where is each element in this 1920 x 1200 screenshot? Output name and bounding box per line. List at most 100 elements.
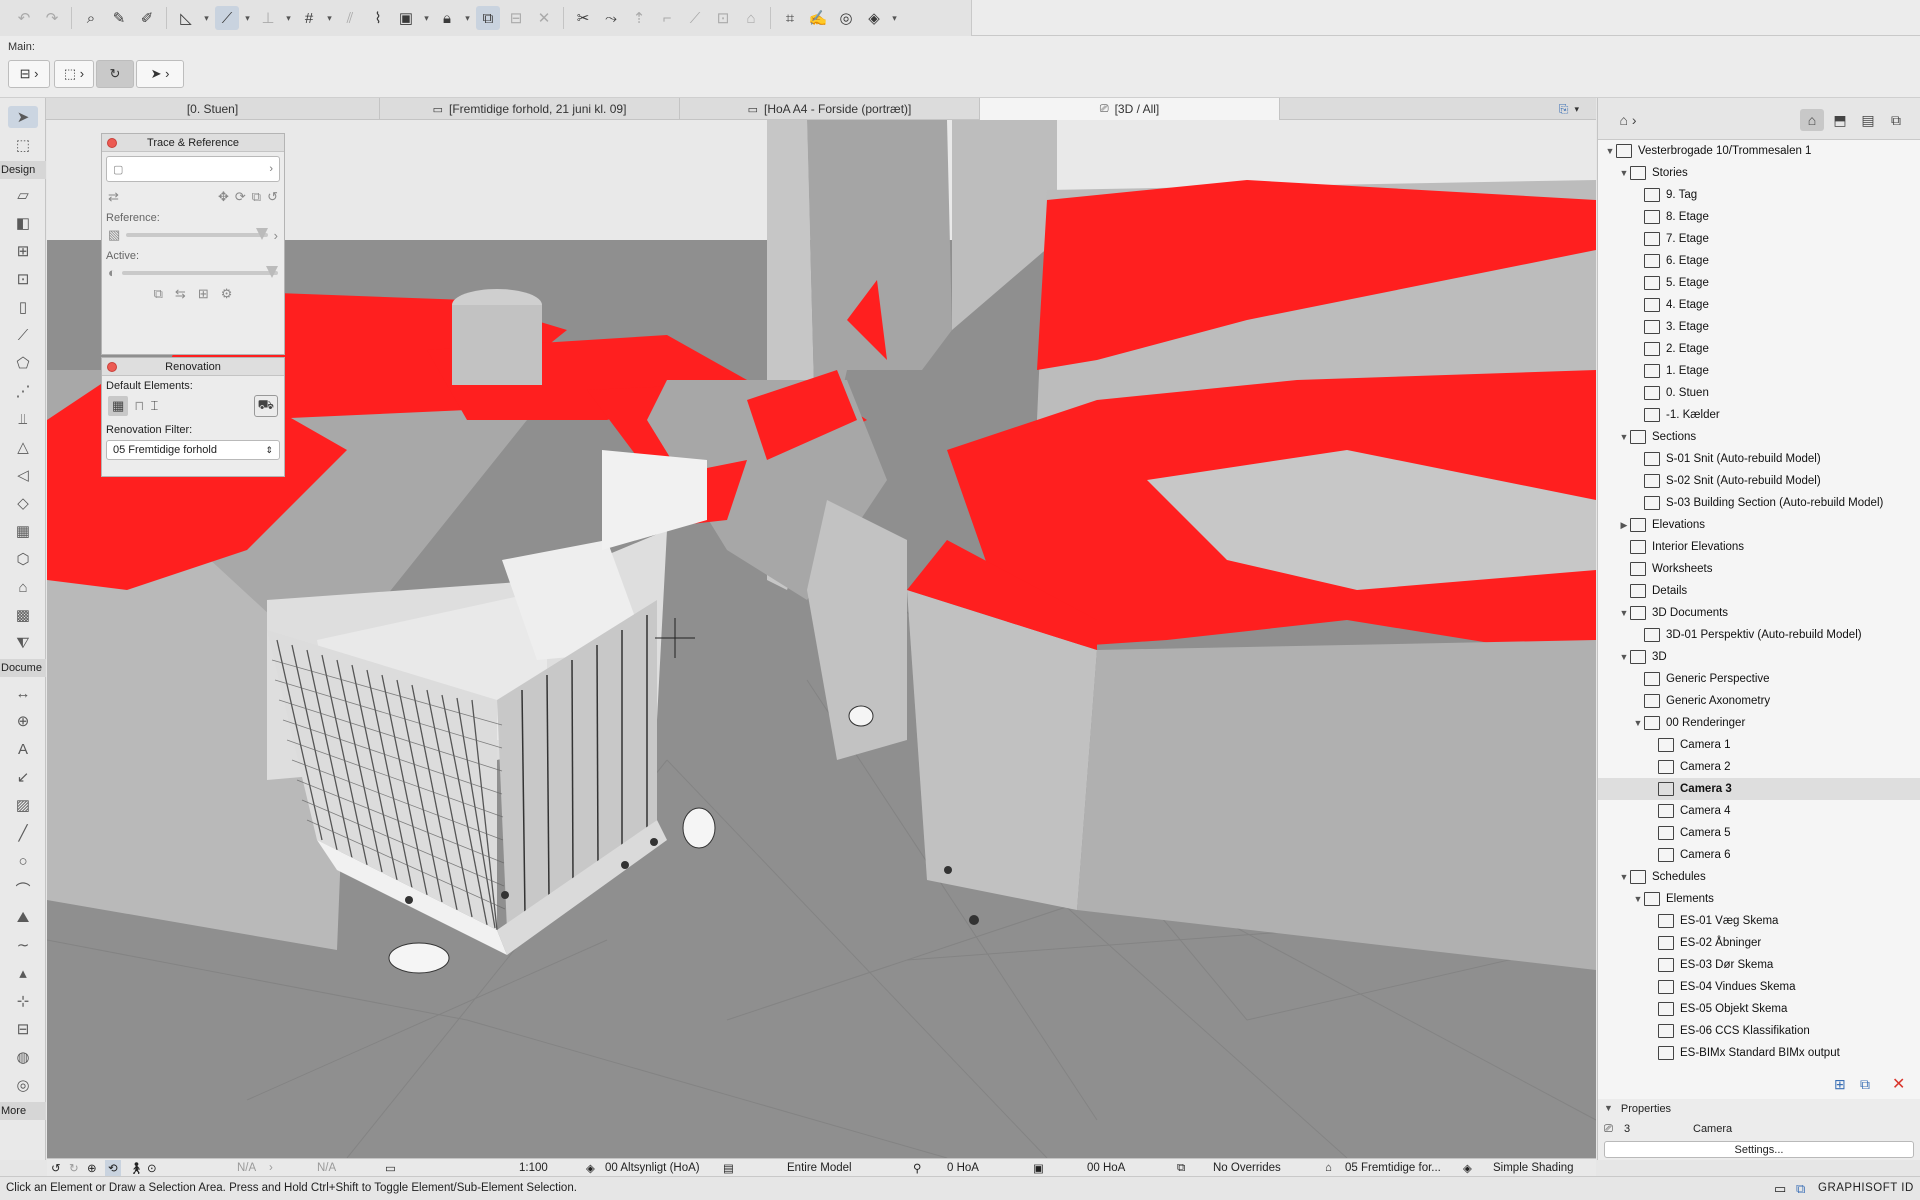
- chevron-down-icon[interactable]: ▾: [325, 6, 334, 30]
- zoom-back-icon[interactable]: ↺: [51, 1160, 61, 1176]
- trace-move-icon[interactable]: ⇄: [108, 189, 119, 205]
- demolish-status-icon[interactable]: ⊓: [134, 398, 144, 414]
- tree-item[interactable]: -1. Kælder: [1598, 404, 1920, 426]
- reference-opacity-slider[interactable]: [126, 228, 269, 240]
- zone-tool-icon[interactable]: ⌂: [8, 576, 38, 598]
- trace-overlay-icon[interactable]: ⊞: [198, 286, 209, 302]
- arc-tool-icon[interactable]: ⌒: [8, 878, 38, 900]
- chevron-right-icon[interactable]: ›: [274, 228, 278, 243]
- tree-item[interactable]: ▼ 3D: [1598, 646, 1920, 668]
- chevron-down-icon[interactable]: ▼: [1618, 608, 1630, 618]
- tree-item[interactable]: ES-BIMx Standard BIMx output: [1598, 1042, 1920, 1064]
- spline-tool-icon[interactable]: ∼: [8, 934, 38, 956]
- clone-view-icon[interactable]: ⧉: [1860, 1076, 1870, 1093]
- tree-item[interactable]: ▼ 3D Documents: [1598, 602, 1920, 624]
- find-select-icon[interactable]: ⌕: [79, 6, 103, 30]
- view-map-icon[interactable]: ⬒: [1828, 109, 1852, 131]
- tree-item[interactable]: Interior Elevations: [1598, 536, 1920, 558]
- chevron-down-icon[interactable]: ▼: [1618, 652, 1630, 662]
- toolbox-section-more[interactable]: More: [0, 1102, 46, 1120]
- window-tool-icon[interactable]: ⊞: [8, 240, 38, 262]
- tree-item[interactable]: 3D-01 Perspektiv (Auto-rebuild Model): [1598, 624, 1920, 646]
- fillet-icon[interactable]: ⌐: [655, 6, 679, 30]
- overrides-value[interactable]: No Overrides: [1213, 1160, 1281, 1176]
- trace-swap-icon[interactable]: ⇆: [175, 286, 186, 302]
- explode-icon[interactable]: ✕: [532, 6, 556, 30]
- tree-item[interactable]: ▼ Stories: [1598, 162, 1920, 184]
- model-view-value[interactable]: Entire Model: [787, 1160, 852, 1176]
- trace-source-selector[interactable]: ▢ ›: [106, 156, 280, 182]
- reference-color-icon[interactable]: ▧: [108, 227, 120, 243]
- orbit-icon[interactable]: ⟲: [105, 1160, 121, 1176]
- renovation-settings-icon[interactable]: ⛟: [253, 395, 278, 417]
- adjust-icon[interactable]: ⤳: [599, 6, 623, 30]
- chevron-down-icon[interactable]: ▾: [243, 6, 252, 30]
- chevron-down-icon[interactable]: ▼: [1632, 894, 1644, 904]
- window-mode-icon[interactable]: ▭: [1774, 1181, 1786, 1197]
- zoom-in-icon[interactable]: ⊕: [87, 1160, 97, 1176]
- tree-item[interactable]: ES-01 Væg Skema: [1598, 910, 1920, 932]
- tree-item[interactable]: ▶ Elevations: [1598, 514, 1920, 536]
- scale-value[interactable]: 1:100: [519, 1160, 548, 1176]
- 3d-style-icon[interactable]: ◈: [862, 6, 886, 30]
- chevron-down-icon[interactable]: ▼: [1604, 146, 1616, 156]
- figure-tool-icon[interactable]: ⛰: [8, 906, 38, 928]
- terrain-tool-icon[interactable]: ⧨: [8, 632, 38, 654]
- rotate-marquee-button[interactable]: ↻: [96, 60, 134, 88]
- curtain-wall-tool-icon[interactable]: ▦: [8, 520, 38, 542]
- tab-layout-forside[interactable]: ▭ [HoA A4 - Forside (portræt)]: [680, 98, 980, 120]
- chevron-down-icon[interactable]: ▾: [284, 6, 293, 30]
- chevron-down-icon[interactable]: ▾: [202, 6, 211, 30]
- label-tool-icon[interactable]: ↙: [8, 766, 38, 788]
- dimension-tool-icon[interactable]: ↔: [8, 682, 38, 704]
- detail-tool-icon[interactable]: ◍: [8, 1046, 38, 1068]
- properties-header[interactable]: ▼ Properties: [1604, 1103, 1671, 1115]
- trace-drag-icon[interactable]: ✥: [218, 189, 229, 205]
- tree-item[interactable]: ES-04 Vindues Skema: [1598, 976, 1920, 998]
- chevron-down-icon[interactable]: ▼: [1618, 872, 1630, 882]
- new-status-icon[interactable]: ⌶: [150, 398, 158, 414]
- marquee-button[interactable]: ⬚ ›: [54, 60, 94, 88]
- pen-set-value[interactable]: 0 HoA: [947, 1160, 979, 1176]
- wall-tool-icon[interactable]: ▱: [8, 184, 38, 206]
- eyedropper-icon[interactable]: ✎: [107, 6, 131, 30]
- railing-tool-icon[interactable]: ⫫: [8, 408, 38, 430]
- tab-floor-plan[interactable]: [0. Stuen]: [46, 98, 380, 120]
- measure-icon[interactable]: ◺: [174, 6, 198, 30]
- tree-item[interactable]: ▼ Vesterbrogade 10/Trommesalen 1: [1598, 140, 1920, 162]
- tree-item[interactable]: Camera 4: [1598, 800, 1920, 822]
- settings-button[interactable]: Settings...: [1604, 1141, 1914, 1158]
- mark-up-icon[interactable]: ✍: [806, 6, 830, 30]
- roof-tool-icon[interactable]: △: [8, 436, 38, 458]
- trace-icon[interactable]: ⧉: [476, 6, 500, 30]
- tree-item[interactable]: ES-03 Dør Skema: [1598, 954, 1920, 976]
- tree-item[interactable]: Details: [1598, 580, 1920, 602]
- marquee-tool-icon[interactable]: ⬚: [8, 134, 38, 156]
- change-tool-icon[interactable]: ◎: [8, 1074, 38, 1096]
- tree-item[interactable]: ES-05 Objekt Skema: [1598, 998, 1920, 1020]
- layout-book-icon[interactable]: ▤: [1856, 109, 1880, 131]
- arrow-tool-icon[interactable]: ➤: [8, 106, 38, 128]
- suspend-groups-icon[interactable]: ⌇: [366, 6, 390, 30]
- lock-icon[interactable]: 🔒︎: [435, 6, 459, 30]
- close-icon[interactable]: [107, 138, 117, 148]
- trace-rotate-icon[interactable]: ⟳: [235, 189, 246, 205]
- tree-item[interactable]: S-01 Snit (Auto-rebuild Model): [1598, 448, 1920, 470]
- layer-combo-value[interactable]: 00 Altsynligt (HoA): [605, 1160, 700, 1176]
- stair-tool-icon[interactable]: ⋰: [8, 380, 38, 402]
- level-dimension-icon[interactable]: ⊕: [8, 710, 38, 732]
- tree-item[interactable]: 2. Etage: [1598, 338, 1920, 360]
- tree-item[interactable]: 7. Etage: [1598, 228, 1920, 250]
- trace-settings-icon[interactable]: ⚙: [221, 286, 233, 302]
- chevron-right-icon[interactable]: ▶: [1618, 520, 1630, 531]
- split-icon[interactable]: ✂: [571, 6, 595, 30]
- walk-icon[interactable]: 🚶︎: [129, 1160, 144, 1176]
- worksheet-tool-icon[interactable]: ⊟: [8, 1018, 38, 1040]
- beam-tool-icon[interactable]: ⟋: [8, 324, 38, 346]
- text-tool-icon[interactable]: A: [8, 738, 38, 760]
- chevron-down-icon[interactable]: ▾: [422, 6, 431, 30]
- group-icon[interactable]: ▣: [394, 6, 418, 30]
- publisher-sets-icon[interactable]: ⧉: [1884, 109, 1908, 131]
- view-options-button[interactable]: ⎘ ▾: [1546, 98, 1592, 120]
- tree-item[interactable]: Generic Perspective: [1598, 668, 1920, 690]
